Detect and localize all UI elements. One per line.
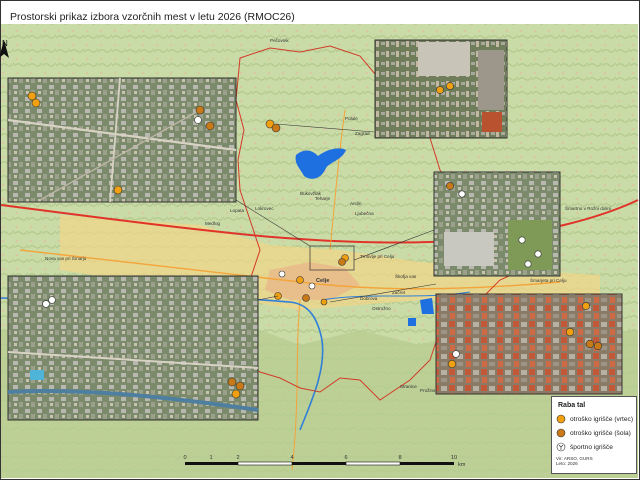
aerial-inset-southwest[interactable]	[7, 275, 259, 421]
sports-field-icon	[278, 270, 286, 278]
scale-tick: 8	[398, 455, 401, 461]
sports-field-icon	[194, 116, 202, 124]
scale-unit: km	[458, 462, 466, 468]
playground-kindergarten-icon	[338, 258, 346, 266]
playground-kindergarten-icon	[582, 302, 590, 310]
place-label: Teharje	[315, 196, 331, 201]
pond-east	[420, 298, 434, 314]
scale-tick: 6	[344, 455, 347, 461]
playground-school-icon	[593, 341, 603, 351]
place-label: Arclin	[350, 201, 362, 206]
playground-school-icon	[585, 339, 595, 349]
legend-item-sports: športno igrišče	[556, 441, 613, 453]
legend-item-kindergarten: otroško igrišče (vrtec)	[556, 413, 633, 425]
sports-field-icon	[458, 190, 466, 198]
aerial-inset-east[interactable]	[433, 171, 561, 277]
playground-kindergarten-icon	[447, 359, 457, 369]
sports-field-icon	[524, 260, 532, 268]
sports-field-icon	[42, 300, 50, 308]
legend-item-school: otroško igrišče (šola)	[556, 427, 631, 439]
playground-school-icon	[195, 105, 205, 115]
playground-kindergarten-icon	[31, 98, 41, 108]
credits: Vir: ARSO, GURS Leto: 2026	[556, 456, 593, 466]
pond-center	[408, 318, 416, 326]
place-label: Ljubečna	[355, 211, 374, 216]
playground-school-icon	[227, 377, 237, 387]
playground-kindergarten-icon	[231, 389, 241, 399]
place-label: Celje	[316, 278, 329, 284]
playground-kindergarten-icon	[565, 327, 575, 337]
place-label: Polule	[345, 116, 358, 121]
legend-title: Raba tal	[558, 402, 586, 409]
playground-school-icon	[446, 182, 454, 190]
place-label: Stranice	[400, 384, 417, 389]
playground-school-icon	[320, 298, 328, 306]
scale-tick: 2	[236, 455, 239, 461]
scale-tick: 1	[209, 455, 212, 461]
legend-label: otroško igrišče (šola)	[570, 429, 631, 437]
place-label: Šmartno v Rožni dolini	[565, 205, 611, 211]
place-label: Ostrožno	[372, 306, 391, 311]
place-label: Začret	[392, 290, 406, 295]
sports-field-icon	[534, 250, 542, 258]
sports-field-icon	[518, 236, 526, 244]
playground-kindergarten-icon	[556, 414, 566, 424]
place-label: Lopata	[230, 208, 244, 213]
legend-label: športno igrišče	[570, 443, 613, 451]
playground-school-icon	[235, 381, 245, 391]
sports-field-icon	[556, 442, 566, 452]
north-label: N	[2, 39, 8, 48]
place-label: Škofja vas	[395, 273, 417, 279]
place-label: Šmarjeta pri Celju	[530, 277, 567, 283]
playground-kindergarten-icon	[113, 185, 123, 195]
scale-tick: 0	[183, 455, 186, 461]
place-label: Medlog	[205, 221, 221, 226]
place-label: Pečovnik	[270, 38, 289, 43]
playground-school-icon	[205, 121, 215, 131]
place-label: Lokrovec	[255, 206, 274, 211]
sports-field-icon	[452, 350, 460, 358]
scale-tick: 4	[290, 455, 293, 461]
place-label: Nova vas pri Šmarju	[45, 255, 87, 261]
playground-kindergarten-icon	[446, 82, 454, 90]
playground-kindergarten-icon	[27, 91, 37, 101]
place-label: Trnovlje pri Celju	[360, 254, 395, 259]
playground-school-icon	[302, 294, 310, 302]
sports-field-icon	[308, 282, 316, 290]
playground-school-icon	[556, 428, 566, 438]
map-canvas[interactable]: Pečovnik Polule Zagrad Bukovžlak Teharje…	[0, 0, 640, 480]
legend-label: otroško igrišče (vrtec)	[570, 415, 634, 423]
aerial-inset-southeast[interactable]	[435, 293, 623, 395]
playground-kindergarten-icon	[436, 86, 444, 94]
aerial-inset-north[interactable]	[374, 39, 508, 139]
aerial-inset-northwest[interactable]	[7, 77, 237, 203]
playground-school-icon	[296, 276, 304, 284]
scale-tick: 10	[451, 455, 457, 461]
credits-year: Leto: 2026	[556, 461, 578, 466]
sports-field-icon	[48, 296, 56, 304]
playground-school-icon	[271, 123, 281, 133]
